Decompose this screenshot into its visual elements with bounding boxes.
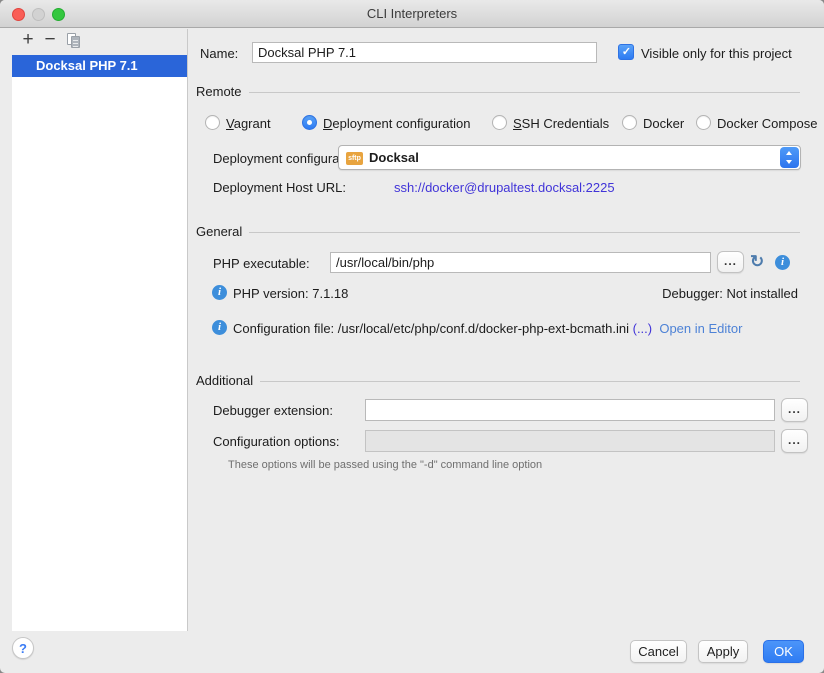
interpreter-list-panel: + − Docksal PHP 7.1 — [12, 29, 188, 631]
php-version-text: PHP version: 7.1.18 — [233, 286, 348, 301]
deployment-host-url-label: Deployment Host URL: — [213, 180, 346, 195]
visible-project-checkbox[interactable] — [618, 44, 634, 60]
apply-button[interactable]: Apply — [698, 640, 748, 663]
radio-deployment-configuration-label: Deployment configuration — [323, 116, 470, 131]
debugger-extension-label: Debugger extension: — [213, 403, 333, 418]
remote-section-label: Remote — [196, 84, 242, 99]
remove-interpreter-button[interactable]: − — [40, 29, 60, 53]
php-executable-label: PHP executable: — [213, 256, 310, 271]
php-executable-browse-button[interactable]: ... — [717, 251, 744, 273]
radio-docker-compose[interactable] — [696, 115, 711, 130]
php-executable-input[interactable] — [330, 252, 711, 273]
cancel-button[interactable]: Cancel — [630, 640, 687, 663]
info-icon[interactable] — [775, 255, 790, 270]
radio-docker[interactable] — [622, 115, 637, 130]
section-rule — [249, 92, 800, 93]
radio-deployment-configuration[interactable] — [302, 115, 317, 130]
section-rule — [249, 232, 800, 233]
radio-ssh-credentials-label: SSH Credentials — [513, 116, 609, 131]
deployment-host-url-link[interactable]: ssh://docker@drupaltest.docksal:2225 — [394, 180, 615, 195]
debugger-extension-browse-button[interactable]: ... — [781, 398, 808, 422]
radio-vagrant[interactable] — [205, 115, 220, 130]
info-icon — [212, 285, 227, 300]
configuration-options-browse-button[interactable]: ... — [781, 429, 808, 453]
help-button[interactable]: ? — [12, 637, 34, 659]
remote-section-header: Remote — [196, 84, 800, 99]
general-section-label: General — [196, 224, 242, 239]
duplicate-interpreter-button[interactable] — [66, 33, 82, 49]
sftp-icon: sftp — [346, 152, 363, 165]
debugger-extension-input[interactable] — [365, 399, 775, 421]
visible-project-label: Visible only for this project — [641, 46, 792, 61]
name-label: Name: — [200, 46, 238, 61]
configuration-file-expand-link[interactable]: (...) — [633, 321, 653, 336]
info-icon — [212, 320, 227, 335]
list-item-docksal-php[interactable]: Docksal PHP 7.1 — [12, 55, 187, 77]
debugger-status-text: Debugger: Not installed — [662, 286, 798, 301]
deployment-configuration-select[interactable]: sftp Docksal — [338, 145, 801, 170]
name-input[interactable] — [252, 42, 597, 63]
configuration-options-label: Configuration options: — [213, 434, 339, 449]
deployment-configuration-value: Docksal — [369, 150, 419, 165]
radio-vagrant-label: Vagrant — [226, 116, 271, 131]
window-title: CLI Interpreters — [0, 0, 824, 28]
reload-icon[interactable]: ↻ — [750, 253, 764, 270]
dropdown-stepper-icon[interactable] — [780, 147, 799, 168]
add-interpreter-button[interactable]: + — [18, 29, 38, 53]
radio-docker-label: Docker — [643, 116, 684, 131]
radio-docker-compose-label: Docker Compose — [717, 116, 817, 131]
options-hint-text: These options will be passed using the "… — [228, 459, 542, 471]
section-rule — [260, 381, 800, 382]
general-section-header: General — [196, 224, 800, 239]
list-toolbar: + − — [12, 29, 187, 55]
ok-button[interactable]: OK — [763, 640, 804, 663]
additional-section-label: Additional — [196, 373, 253, 388]
title-bar[interactable]: CLI Interpreters — [0, 0, 824, 28]
cli-interpreters-dialog: CLI Interpreters + − Docksal PHP 7.1 Nam… — [0, 0, 824, 673]
radio-ssh-credentials[interactable] — [492, 115, 507, 130]
open-in-editor-link[interactable]: Open in Editor — [659, 321, 742, 336]
configuration-file-text: Configuration file: /usr/local/etc/php/c… — [233, 321, 629, 336]
configuration-file-row: Configuration file: /usr/local/etc/php/c… — [233, 321, 742, 336]
configuration-options-input[interactable] — [365, 430, 775, 452]
additional-section-header: Additional — [196, 373, 800, 388]
